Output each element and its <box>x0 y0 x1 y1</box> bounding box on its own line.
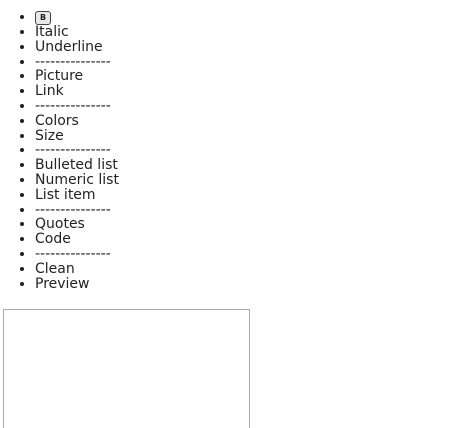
toolbar-item-quotes: Quotes <box>35 217 119 232</box>
link-link[interactable]: Link <box>35 83 64 99</box>
bold-button[interactable]: B <box>35 10 51 25</box>
clean-link[interactable]: Clean <box>35 261 75 277</box>
colors-link[interactable]: Colors <box>35 113 79 129</box>
list-item-link[interactable]: List item <box>35 187 96 203</box>
toolbar-item-list-item: List item <box>35 187 119 203</box>
toolbar-item-underline: Underline <box>35 39 119 55</box>
toolbar-separator: --------------- <box>35 143 119 158</box>
toolbar-item-link: Link <box>35 84 119 99</box>
toolbar-separator: --------------- <box>35 247 119 262</box>
quotes-link[interactable]: Quotes <box>35 216 85 232</box>
code-link[interactable]: Code <box>35 231 71 247</box>
picture-link[interactable]: Picture <box>35 68 83 84</box>
bulleted-list-link[interactable]: Bulleted list <box>35 157 118 173</box>
toolbar-item-bold: B <box>35 9 119 25</box>
separator-text: --------------- <box>35 245 111 262</box>
editor-textarea[interactable] <box>3 309 250 428</box>
editor-toolbar: B Italic Underline --------------- Pictu… <box>0 9 119 291</box>
toolbar-item-italic: Italic <box>35 25 119 40</box>
toolbar-separator: --------------- <box>35 99 119 114</box>
toolbar-item-picture: Picture <box>35 69 119 84</box>
toolbar-item-size: Size <box>35 128 119 144</box>
toolbar-separator: --------------- <box>35 53 119 70</box>
toolbar-item-numeric-list: Numeric list <box>35 173 119 188</box>
underline-link[interactable]: Underline <box>35 39 103 55</box>
separator-text: --------------- <box>35 201 111 218</box>
separator-text: --------------- <box>35 53 111 70</box>
toolbar-item-colors: Colors <box>35 113 119 129</box>
size-link[interactable]: Size <box>35 128 64 144</box>
numeric-list-link[interactable]: Numeric list <box>35 172 119 188</box>
toolbar-item-clean: Clean <box>35 261 119 277</box>
preview-link[interactable]: Preview <box>35 276 90 292</box>
toolbar-separator: --------------- <box>35 201 119 218</box>
toolbar-item-preview: Preview <box>35 276 119 292</box>
separator-text: --------------- <box>35 142 111 159</box>
toolbar-item-code: Code <box>35 232 119 247</box>
separator-text: --------------- <box>35 97 111 114</box>
toolbar-item-bulleted-list: Bulleted list <box>35 158 119 173</box>
italic-link[interactable]: Italic <box>35 24 69 40</box>
